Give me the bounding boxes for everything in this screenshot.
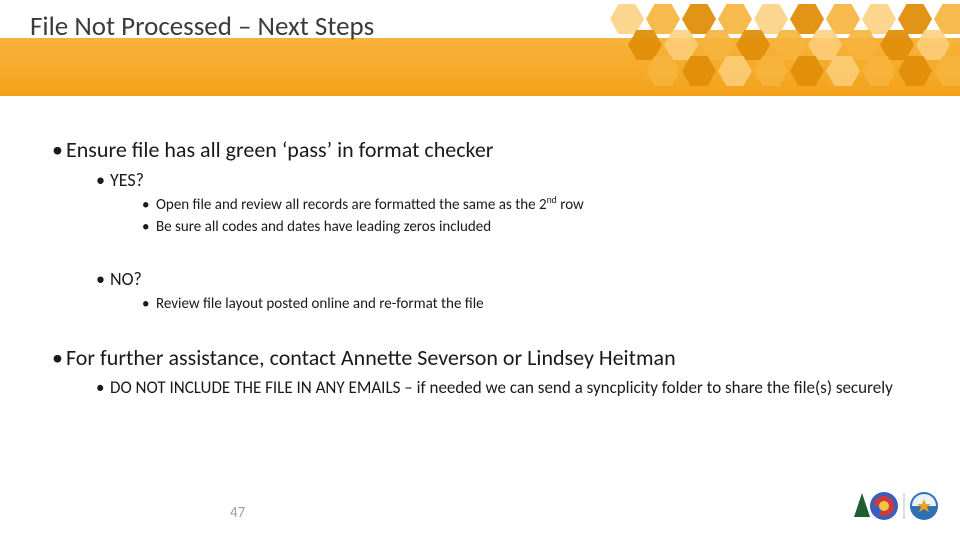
footer-logo — [846, 487, 942, 530]
text-fragment: row — [557, 196, 584, 214]
superscript: nd — [547, 194, 557, 206]
bullet-l2-do-not-include: DO NOT INCLUDE THE FILE IN ANY EMAILS – … — [110, 377, 912, 399]
bullet-l3-leading-zeros: Be sure all codes and dates have leading… — [156, 217, 912, 237]
bullet-l1-ensure: Ensure file has all green ‘pass’ in form… — [66, 136, 912, 163]
page-number: 47 — [230, 504, 245, 522]
bullet-l1-assistance: For further assistance, contact Annette … — [66, 344, 912, 371]
spacer — [52, 240, 912, 268]
header-hex-pattern — [600, 0, 960, 96]
page-title: File Not Processed – Next Steps — [30, 12, 374, 42]
colorado-cde-logo-icon — [846, 487, 942, 525]
spacer — [52, 316, 912, 344]
text-fragment: Open file and review all records are for… — [156, 196, 547, 214]
bullet-l2-yes: YES? — [110, 169, 912, 191]
bullet-l3-open-file: Open file and review all records are for… — [156, 195, 912, 215]
bullet-l3-review-layout: Review file layout posted online and re-… — [156, 294, 912, 314]
slide: File Not Processed – Next Steps Ensure f… — [0, 0, 960, 540]
bullet-l2-no: NO? — [110, 268, 912, 290]
slide-content: Ensure file has all green ‘pass’ in form… — [52, 136, 912, 403]
